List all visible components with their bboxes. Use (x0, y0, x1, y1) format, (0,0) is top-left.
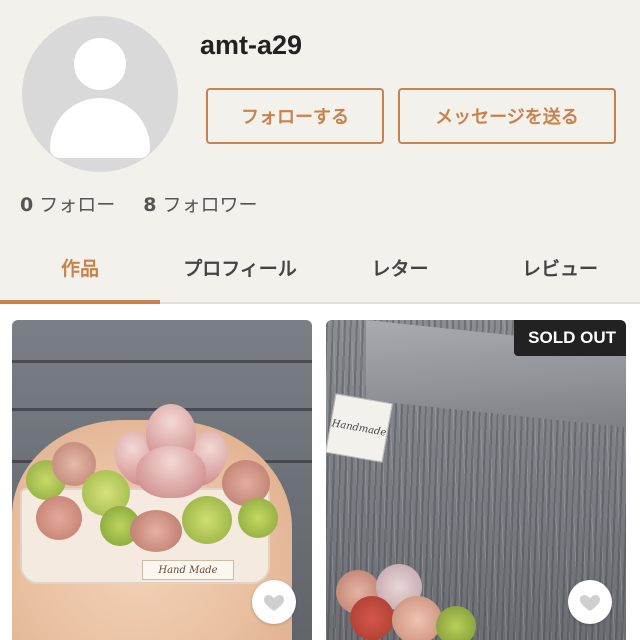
succulent-shape (36, 496, 82, 540)
followers-stat[interactable]: 8 フォロワー (143, 190, 257, 217)
profile-header: amt-a29 フォローする メッセージを送る 0 フォロー 8 フォロワー 作品 … (0, 0, 640, 304)
succulent-shape (392, 596, 442, 640)
following-count: 0 (20, 194, 34, 216)
followers-count: 8 (143, 194, 157, 216)
tab-letter[interactable]: レター (320, 232, 480, 302)
work-card[interactable]: Handmade SOLD OUT (326, 320, 626, 640)
heart-icon (263, 595, 285, 611)
username: amt-a29 (200, 30, 303, 60)
work-card[interactable]: Hand Made (12, 320, 312, 640)
follow-button[interactable]: フォローする (206, 88, 384, 144)
followers-label: フォロワー (162, 194, 258, 216)
avatar[interactable] (22, 16, 178, 172)
succulent-shape (182, 496, 232, 544)
works-grid: Hand Made Handmade SOLD OUT (0, 304, 640, 640)
favorite-button[interactable] (252, 580, 296, 624)
follow-stats: 0 フォロー 8 フォロワー (20, 190, 258, 217)
tab-profile[interactable]: プロフィール (160, 232, 320, 302)
profile-tabs: 作品 プロフィール レター レビュー (0, 232, 640, 304)
pot-label: Hand Made (142, 560, 234, 580)
following-label: フォロー (39, 194, 116, 216)
heart-icon (579, 595, 601, 611)
succulent-shape (130, 510, 182, 552)
avatar-head-shape (74, 38, 126, 90)
sold-out-badge: SOLD OUT (514, 320, 626, 356)
succulent-shape (436, 606, 476, 640)
favorite-button[interactable] (568, 580, 612, 624)
pink-rosette-succulent (104, 400, 238, 500)
deck-plank-line (12, 360, 312, 363)
avatar-body-shape (50, 98, 150, 158)
tab-review[interactable]: レビュー (480, 232, 640, 302)
send-message-button[interactable]: メッセージを送る (398, 88, 616, 144)
handmade-tag: Handmade (326, 393, 393, 463)
following-stat[interactable]: 0 フォロー (20, 190, 115, 217)
rosette-petal (136, 446, 206, 498)
tab-works[interactable]: 作品 (0, 232, 160, 304)
succulent-shape (350, 596, 394, 640)
succulent-shape (238, 498, 278, 538)
